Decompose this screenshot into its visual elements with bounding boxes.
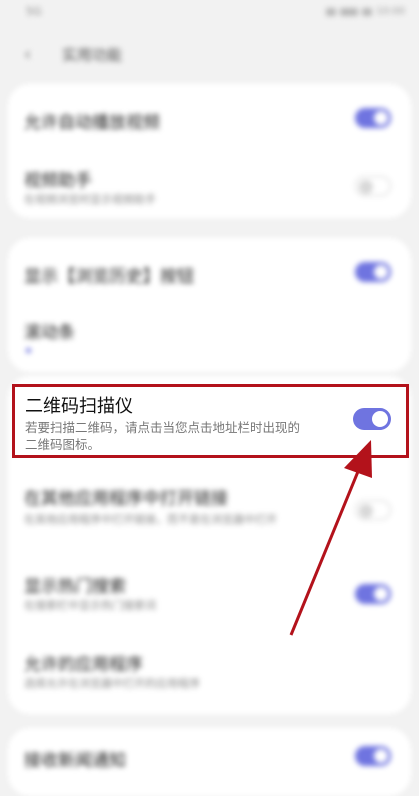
autoplay-toggle[interactable] — [355, 108, 391, 128]
page-title: 实用功能 — [62, 46, 123, 64]
settings-card-1: 允许自动播放视频 视频助手 在视频浏览时显示视频助手 — [8, 84, 411, 218]
history-button-toggle[interactable] — [355, 262, 391, 282]
setting-title: 显示【浏览历史】按钮 — [24, 267, 194, 287]
setting-row-news-notify[interactable]: 接收新闻通知 — [8, 728, 411, 796]
scrollbar-indicator-dot — [26, 348, 31, 353]
wifi-icon — [326, 7, 337, 16]
setting-row-allowed-apps[interactable]: 允许的应用程序 选择允许在浏览器中打开的应用程序 — [8, 640, 411, 706]
setting-row-open-in-apps[interactable]: 在其他应用程序中打开链接 在其他应用程序中打开链接，而不是在浏览器中打开 — [8, 470, 411, 550]
video-assistant-toggle[interactable] — [355, 176, 391, 196]
popular-search-toggle[interactable] — [355, 584, 391, 604]
setting-desc: 选择允许在浏览器中打开的应用程序 — [24, 677, 200, 690]
highlight-box — [12, 384, 409, 458]
setting-row-autoplay[interactable]: 允许自动播放视频 — [8, 84, 411, 150]
settings-card-2: 显示【浏览历史】按钮 滚动条 — [8, 238, 411, 372]
setting-row-history-button[interactable]: 显示【浏览历史】按钮 — [8, 238, 411, 304]
battery-icon — [340, 7, 359, 16]
setting-row-popular-search[interactable]: 显示热门搜索 在搜索栏中显示热门搜索词 — [8, 562, 411, 628]
setting-desc: 在其他应用程序中打开链接，而不是在浏览器中打开 — [24, 513, 277, 526]
setting-desc: 在搜索栏中显示热门搜索词 — [24, 599, 156, 612]
setting-title: 显示热门搜索 — [24, 577, 126, 597]
setting-desc: 在视频浏览时显示视频助手 — [24, 193, 156, 206]
status-bar: 5G 10:00 — [0, 0, 419, 26]
setting-title: 视频助手 — [24, 171, 92, 191]
setting-title: 允许自动播放视频 — [24, 113, 160, 133]
setting-title: 在其他应用程序中打开链接 — [24, 489, 228, 509]
clock: 10:00 — [376, 6, 405, 17]
setting-row-scrollbar[interactable]: 滚动条 — [8, 304, 411, 372]
nfc-icon — [362, 7, 373, 16]
setting-title: 允许的应用程序 — [24, 655, 143, 675]
header: ‹ 实用功能 — [0, 36, 419, 72]
signal-indicator: 5G — [26, 5, 42, 18]
open-in-apps-toggle[interactable] — [355, 500, 391, 520]
back-arrow-icon[interactable]: ‹ — [24, 44, 31, 65]
news-notify-toggle[interactable] — [355, 746, 391, 766]
settings-card-4: 接收新闻通知 — [8, 728, 411, 796]
setting-title: 滚动条 — [24, 323, 75, 343]
setting-row-video-assistant[interactable]: 视频助手 在视频浏览时显示视频助手 — [8, 150, 411, 218]
setting-title: 接收新闻通知 — [24, 751, 126, 771]
